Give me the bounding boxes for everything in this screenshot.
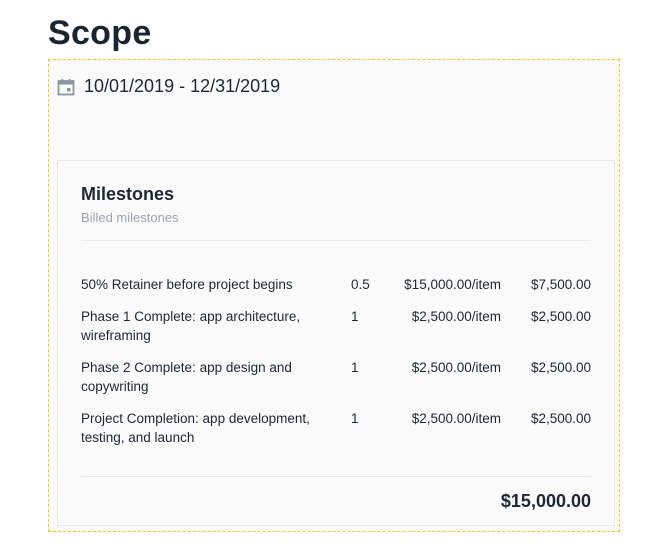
calendar-icon [57,78,75,96]
row-description: Phase 1 Complete: app architecture, wire… [81,309,301,343]
milestones-card: Milestones Billed milestones 50% Retaine… [57,160,615,526]
milestones-total: $15,000.00 [500,491,591,511]
footer-divider [81,476,591,477]
milestones-subtitle: Billed milestones [81,210,179,225]
row-amount: $2,500.00 [530,360,591,375]
header-divider [81,240,591,241]
row-description: Phase 2 Complete: app design and copywri… [81,360,292,394]
milestones-title: Milestones [81,184,175,204]
row-amount: $2,500.00 [530,309,591,324]
row-rate: $15,000.00/item [404,277,501,292]
table-row: 50% Retainer before project begins 0.5 $… [81,275,591,294]
row-quantity: 1 [351,309,359,324]
row-amount: $2,500.00 [530,411,591,426]
row-description: Project Completion: app development, tes… [81,411,310,445]
row-quantity: 1 [351,411,359,426]
row-rate: $2,500.00/item [411,309,501,324]
row-quantity: 0.5 [351,277,370,292]
row-amount: $7,500.00 [530,277,591,292]
row-description: 50% Retainer before project begins [81,277,293,292]
scope-title: Scope [48,14,152,52]
row-quantity: 1 [351,360,359,375]
row-rate: $2,500.00/item [411,411,501,426]
table-row: Phase 1 Complete: app architecture, wire… [81,307,591,345]
milestones-list: 50% Retainer before project begins 0.5 $… [81,275,591,460]
date-range-row: 10/01/2019 - 12/31/2019 [57,76,280,97]
date-range: 10/01/2019 - 12/31/2019 [84,76,281,96]
table-row: Phase 2 Complete: app design and copywri… [81,358,591,396]
row-rate: $2,500.00/item [411,360,501,375]
table-row: Project Completion: app development, tes… [81,409,591,447]
scope-section: 10/01/2019 - 12/31/2019 Milestones Bille… [48,59,620,532]
